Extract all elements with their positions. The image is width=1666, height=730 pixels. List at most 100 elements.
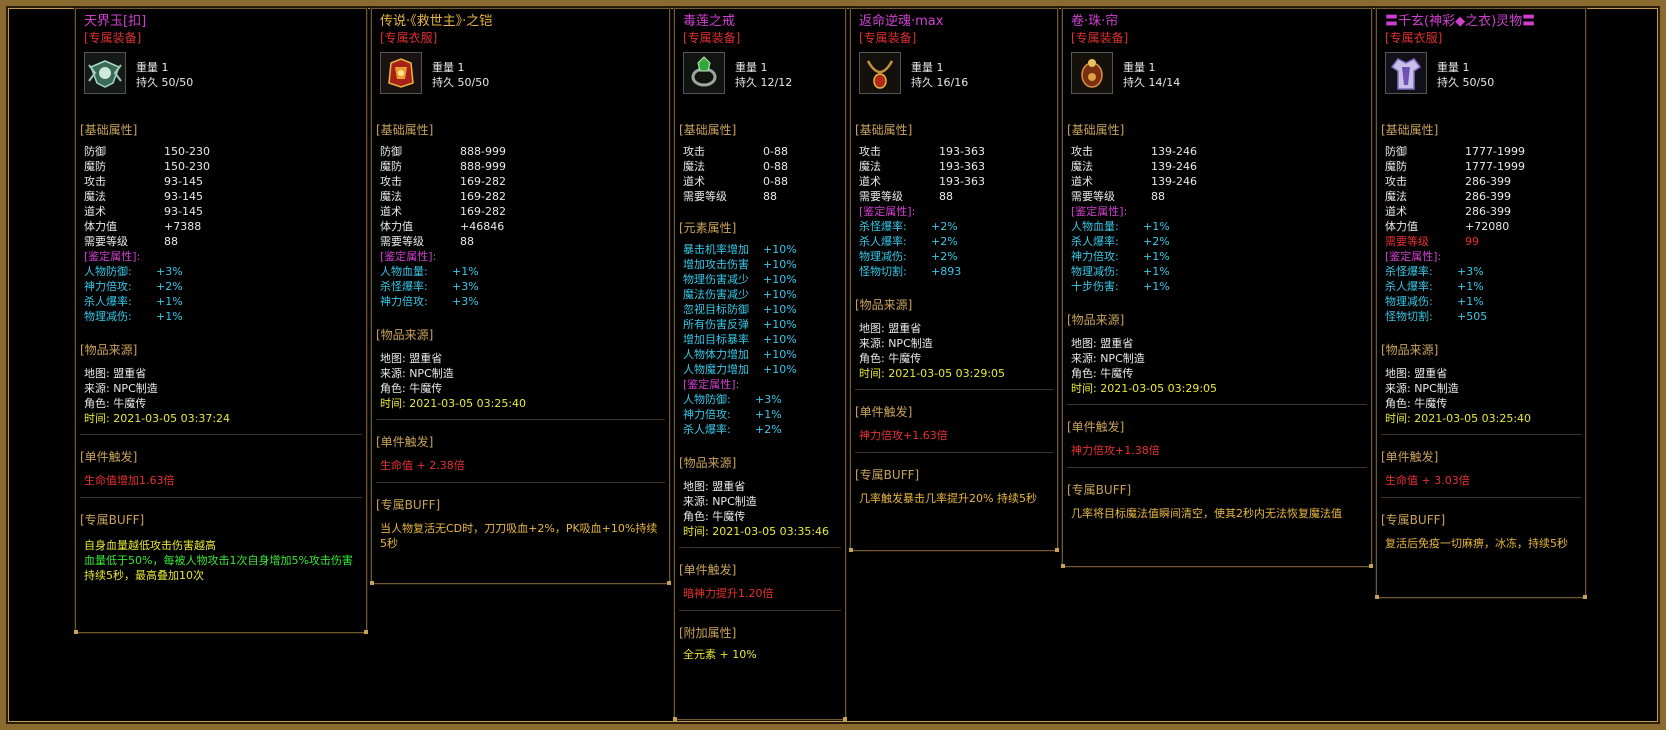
base-attr-header: [基础属性]	[855, 123, 913, 137]
element-attr-header: [元素属性]	[679, 221, 737, 235]
buff-text-1: 当人物复活无CD时，刀刀吸血+2%，PK吸血+10%持续5秒	[380, 522, 658, 550]
base-attr-row: 体力值 +7388	[84, 220, 202, 233]
base-attr-row: 魔防 150-230	[84, 160, 210, 173]
item-time: 时间: 2021-03-05 03:29:05	[859, 367, 1006, 380]
item-durability: 持久 50/50	[1437, 76, 1495, 89]
element-attr-row: 物理伤害减少 +10%	[683, 273, 797, 286]
appraise-attr-row: 杀怪爆率: +2%	[859, 220, 958, 233]
appraise-attr-row: 神力倍攻: +1%	[683, 408, 782, 421]
trigger-header: [单件触发]	[1067, 420, 1125, 434]
item-title: 〓千玄(神彩◆之衣)灵物〓	[1385, 14, 1536, 29]
base-attr-row: 魔法 139-246	[1071, 160, 1197, 173]
buff-header: [专属BUFF]	[1067, 483, 1132, 497]
appraise-attr-row: 十步伤害: +1%	[1071, 280, 1170, 293]
item-durability: 持久 14/14	[1123, 76, 1181, 89]
item-weight: 重量 1	[1437, 61, 1470, 74]
source-line: 地图: 盟重省	[1385, 367, 1448, 380]
base-attr-row: 道术 286-399	[1385, 205, 1511, 218]
base-attr-row: 体力值 +46846	[380, 220, 505, 233]
appraise-header: [鉴定属性]:	[1385, 250, 1442, 263]
item-title: 卷·珠·帘	[1071, 14, 1119, 29]
appraise-attr-row: 杀人爆率: +1%	[1385, 280, 1484, 293]
base-attr-row: 道术 169-282	[380, 205, 506, 218]
appraise-attr-row: 物理减伤: +1%	[1385, 295, 1484, 308]
source-line: 地图: 盟重省	[380, 352, 443, 365]
trigger-header: [单件触发]	[1381, 450, 1439, 464]
base-attr-row: 防御 888-999	[380, 145, 506, 158]
source-header: [物品来源]	[80, 343, 138, 357]
appraise-attr-row: 怪物切割: +893	[859, 265, 962, 278]
appraise-header: [鉴定属性]:	[380, 250, 437, 263]
source-header: [物品来源]	[376, 328, 434, 342]
appraise-header: [鉴定属性]:	[84, 250, 141, 263]
base-attr-row: 攻击 93-145	[84, 175, 203, 188]
trigger-header: [单件触发]	[679, 563, 737, 577]
base-attr-row: 攻击 139-246	[1071, 145, 1197, 158]
buff-header: [专属BUFF]	[376, 498, 441, 512]
base-attr-row: 魔法 169-282	[380, 190, 506, 203]
base-attr-row: 攻击 286-399	[1385, 175, 1511, 188]
ring-icon	[683, 52, 725, 94]
item-tooltip-2: 传说·《救世主》·之铠 [专属衣服] 重量 1 持久 50/50 [基础属性] …	[370, 8, 671, 585]
appraise-attr-row: 杀人爆率: +2%	[683, 423, 782, 436]
base-attr-header: [基础属性]	[1067, 123, 1125, 137]
extra-attr-text: 全元素 + 10%	[683, 648, 757, 661]
base-attr-row: 防御 150-230	[84, 145, 210, 158]
source-line: 角色: 牛魔传	[84, 397, 147, 410]
extra-attr-header: [附加属性]	[679, 626, 737, 640]
base-attr-row: 魔法 286-399	[1385, 190, 1511, 203]
base-attr-row: 魔防 888-999	[380, 160, 506, 173]
appraise-attr-row: 神力倍攻: +2%	[84, 280, 183, 293]
buff-text-2: 血量低于50%，每被人物攻击1次自身增加5%攻击伤害	[84, 554, 353, 567]
base-attr-row: 需要等级 88	[1071, 190, 1165, 203]
element-attr-row: 所有伤害反弹 +10%	[683, 318, 797, 331]
source-line: 来源: NPC制造	[1385, 382, 1459, 395]
element-attr-row: 增加目标暴率 +10%	[683, 333, 797, 346]
element-attr-row: 人物魔力增加 +10%	[683, 363, 797, 376]
trigger-text: 生命值 + 3.03倍	[1385, 474, 1470, 487]
source-line: 来源: NPC制造	[859, 337, 933, 350]
base-attr-row: 道术 193-363	[859, 175, 985, 188]
item-weight: 重量 1	[432, 61, 465, 74]
item-weight: 重量 1	[136, 61, 169, 74]
base-attr-row: 道术 0-88	[683, 175, 788, 188]
appraise-attr-row: 怪物切割: +505	[1385, 310, 1488, 323]
source-line: 角色: 牛魔传	[1385, 397, 1448, 410]
base-attr-row: 需要等级 88	[859, 190, 953, 203]
appraise-attr-row: 人物血量: +1%	[1071, 220, 1170, 233]
item-tag: [专属衣服]	[1385, 31, 1443, 45]
source-line: 地图: 盟重省	[683, 480, 746, 493]
base-attr-row: 魔防 1777-1999	[1385, 160, 1525, 173]
base-attr-row: 需要等级 88	[84, 235, 178, 248]
source-line: 地图: 盟重省	[84, 367, 147, 380]
trigger-text: 神力倍攻+1.38倍	[1071, 444, 1160, 457]
buff-text-3: 持续5秒，最高叠加10次	[84, 569, 204, 582]
base-attr-row: 魔法 93-145	[84, 190, 203, 203]
jade-buckle-icon	[84, 52, 126, 94]
source-line: 角色: 牛魔传	[1071, 367, 1134, 380]
buff-text-1: 几率触发暴击几率提升20% 持续5秒	[859, 492, 1037, 505]
source-line: 来源: NPC制造	[1071, 352, 1145, 365]
base-attr-header: [基础属性]	[1381, 123, 1439, 137]
appraise-header: [鉴定属性]:	[683, 378, 740, 391]
source-line: 地图: 盟重省	[1071, 337, 1134, 350]
source-header: [物品来源]	[679, 456, 737, 470]
armor-icon	[380, 52, 422, 94]
level-requirement: 需要等级 99	[1385, 235, 1479, 248]
source-line: 来源: NPC制造	[683, 495, 757, 508]
appraise-attr-row: 杀怪爆率: +3%	[380, 280, 479, 293]
base-attr-header: [基础属性]	[679, 123, 737, 137]
item-tooltip-6: 〓千玄(神彩◆之衣)灵物〓 [专属衣服] 重量 1 持久 50/50 [基础属性…	[1375, 8, 1587, 599]
item-title: 天界玉[扣]	[84, 14, 147, 29]
element-attr-row: 魔法伤害减少 +10%	[683, 288, 797, 301]
buff-text-1: 复活后免疫一切麻痹，冰冻，持续5秒	[1385, 537, 1568, 550]
base-attr-row: 道术 93-145	[84, 205, 203, 218]
source-line: 角色: 牛魔传	[683, 510, 746, 523]
base-attr-row: 道术 139-246	[1071, 175, 1197, 188]
item-time: 时间: 2021-03-05 03:25:40	[1385, 412, 1532, 425]
item-tag: [专属装备]	[859, 31, 917, 45]
base-attr-header: [基础属性]	[376, 123, 434, 137]
appraise-attr-row: 人物防御: +3%	[683, 393, 782, 406]
base-attr-row: 攻击 0-88	[683, 145, 788, 158]
appraise-header: [鉴定属性]:	[1071, 205, 1128, 218]
